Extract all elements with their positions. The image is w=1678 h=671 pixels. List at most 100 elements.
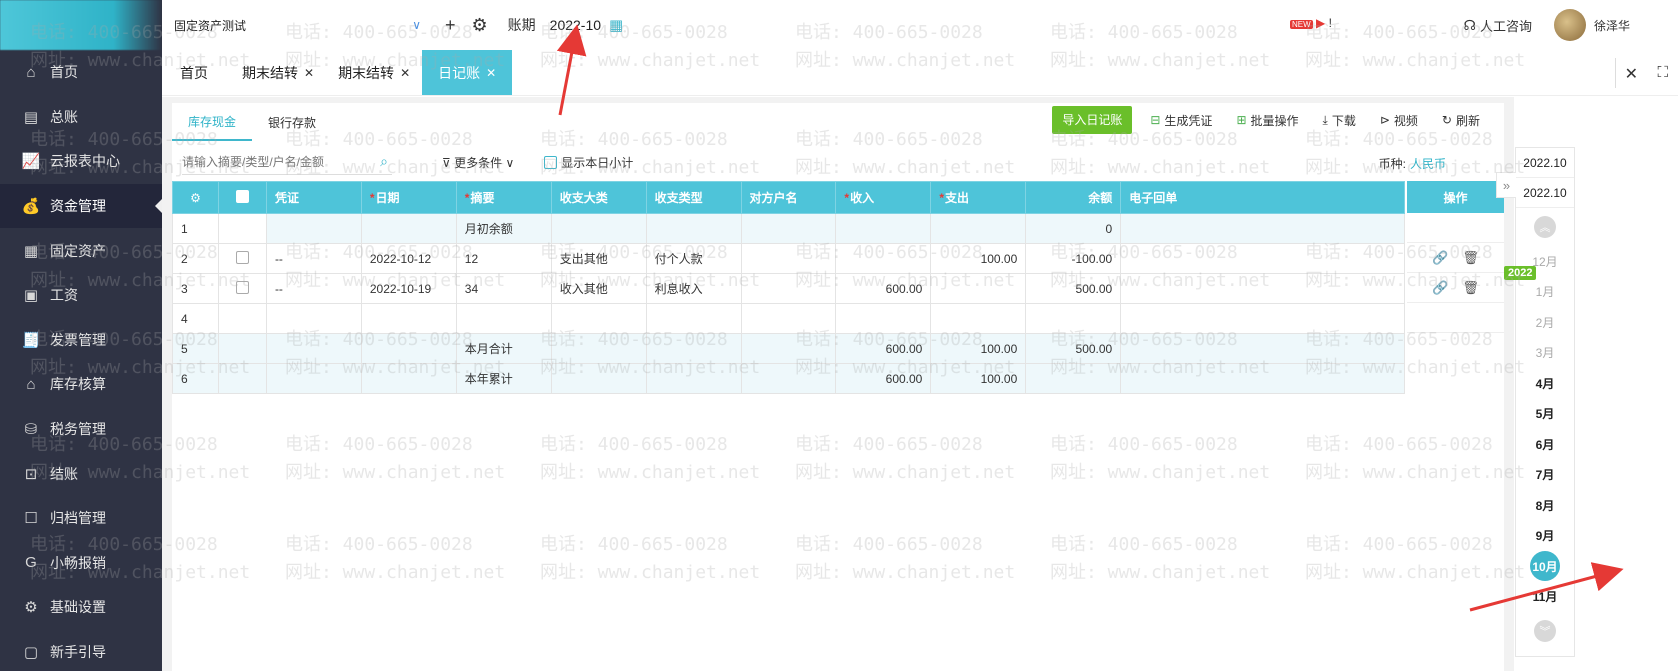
generate-voucher-button[interactable]: ⊟ 生成凭证 bbox=[1150, 112, 1212, 129]
table-row[interactable]: 1 月初余额 0 bbox=[172, 213, 1405, 244]
cell-expense[interactable]: 100.00 bbox=[930, 333, 1027, 364]
sidebar-item-4[interactable]: ▦ 固定资产 bbox=[0, 228, 162, 273]
table-row[interactable]: 5 本月合计 600.00 100.00 500.00 bbox=[172, 333, 1405, 364]
new-video-icon[interactable]: NEW ▶ ! bbox=[1290, 16, 1332, 30]
cell-category[interactable] bbox=[550, 363, 647, 394]
month-item[interactable]: 5月 bbox=[1516, 399, 1574, 430]
cell-summary[interactable]: 本月合计 bbox=[455, 333, 552, 364]
cell-expense[interactable] bbox=[930, 303, 1027, 334]
import-journal-button[interactable]: 导入日记账 bbox=[1052, 106, 1133, 134]
add-icon[interactable]: + bbox=[445, 15, 456, 36]
search-input[interactable] bbox=[182, 154, 362, 169]
tab-period-end-1[interactable]: 期末结转 ✕ bbox=[230, 50, 326, 95]
month-item[interactable]: 10月 bbox=[1516, 551, 1574, 582]
video-button[interactable]: ⊳ 视频 bbox=[1380, 112, 1418, 129]
row-checkbox[interactable] bbox=[217, 363, 267, 394]
link-icon[interactable]: 🔗 bbox=[1432, 250, 1448, 266]
cell-expense[interactable]: 100.00 bbox=[930, 363, 1027, 394]
cell-category[interactable] bbox=[550, 213, 647, 244]
cell-date[interactable]: 2022-10-19 bbox=[360, 273, 457, 304]
sidebar-item-1[interactable]: ▤ 总账 bbox=[0, 95, 162, 140]
consult-button[interactable]: ☊ 人工咨询 bbox=[1464, 16, 1532, 35]
daily-subtotal-checkbox[interactable] bbox=[544, 155, 558, 169]
currency-selector[interactable]: 币种: 人民币 bbox=[1379, 155, 1446, 172]
tab-period-end-2[interactable]: 期末结转 ✕ bbox=[326, 50, 422, 95]
row-checkbox[interactable] bbox=[217, 303, 267, 334]
close-all-icon[interactable]: ✕ bbox=[1625, 64, 1638, 84]
cell-counterparty[interactable] bbox=[740, 363, 837, 394]
close-icon[interactable]: ✕ bbox=[486, 66, 496, 80]
sidebar-item-13[interactable]: ▢ 新手引导 bbox=[0, 630, 162, 671]
refresh-button[interactable]: ↻ 刷新 bbox=[1442, 112, 1480, 129]
cell-counterparty[interactable] bbox=[740, 213, 837, 244]
trash-icon[interactable]: 🗑 bbox=[1462, 250, 1479, 266]
avatar[interactable] bbox=[1553, 9, 1586, 41]
cell-category[interactable]: 支出其他 bbox=[550, 243, 647, 274]
cell-type[interactable] bbox=[645, 303, 742, 334]
cell-expense[interactable]: 100.00 bbox=[930, 243, 1027, 274]
cell-category[interactable] bbox=[550, 333, 647, 364]
table-row[interactable]: 2 -- 2022-10-12 12 支出其他 付个人款 100.00 -100.00 bbox=[172, 243, 1405, 274]
sidebar-item-9[interactable]: ⊡ 结账 bbox=[0, 451, 162, 496]
cell-type[interactable] bbox=[645, 363, 742, 394]
row-checkbox[interactable] bbox=[217, 213, 267, 244]
show-daily-subtotal[interactable]: 显示本日小计 bbox=[544, 154, 633, 171]
month-item[interactable]: 4月 bbox=[1516, 368, 1574, 399]
more-filters-button[interactable]: ⊽ 更多条件 ∨ bbox=[442, 154, 514, 171]
sidebar-item-7[interactable]: ⌂ 库存核算 bbox=[0, 362, 162, 407]
cell-summary[interactable]: 34 bbox=[455, 273, 552, 304]
tab-journal[interactable]: 日记账 ✕ bbox=[422, 50, 513, 95]
month-item[interactable]: 11月 bbox=[1516, 582, 1574, 613]
gear-icon[interactable]: ⚙ bbox=[472, 15, 488, 36]
month-item[interactable]: 6月 bbox=[1516, 429, 1574, 460]
sidebar-item-8[interactable]: ⛁ 税务管理 bbox=[0, 407, 162, 452]
sidebar-item-5[interactable]: ▣ 工资 bbox=[0, 273, 162, 318]
cell-income[interactable] bbox=[835, 213, 932, 244]
row-checkbox[interactable] bbox=[217, 333, 267, 364]
link-icon[interactable]: 🔗 bbox=[1432, 280, 1448, 296]
table-row[interactable]: 3 -- 2022-10-19 34 收入其他 利息收入 600.00 500.00 bbox=[172, 273, 1405, 304]
cell-income[interactable]: 600.00 bbox=[835, 363, 932, 394]
cell-date[interactable] bbox=[360, 333, 457, 364]
tab-bank[interactable]: 银行存款 bbox=[252, 103, 332, 141]
cell-counterparty[interactable] bbox=[740, 303, 837, 334]
tab-cash[interactable]: 库存现金 bbox=[172, 103, 253, 141]
company-selector[interactable]: 固定资产测试 ∨ bbox=[174, 17, 429, 34]
scroll-up-icon[interactable]: ︽ bbox=[1534, 216, 1556, 238]
cell-category[interactable] bbox=[550, 303, 647, 334]
month-item[interactable]: 8月 bbox=[1516, 490, 1574, 521]
row-checkbox[interactable] bbox=[217, 273, 267, 304]
cell-date[interactable] bbox=[360, 363, 457, 394]
tab-home[interactable]: 首页 bbox=[162, 50, 230, 95]
sidebar-item-12[interactable]: ⚙ 基础设置 bbox=[0, 585, 162, 630]
cell-summary[interactable] bbox=[455, 303, 552, 334]
period-value[interactable]: 2022-10 bbox=[550, 17, 601, 33]
scroll-down-icon[interactable]: ︾ bbox=[1534, 620, 1556, 642]
close-icon[interactable]: ✕ bbox=[400, 66, 410, 80]
sidebar-item-2[interactable]: 📈 云报表中心 bbox=[0, 139, 162, 184]
batch-operation-button[interactable]: ⊞ 批量操作 bbox=[1236, 112, 1298, 129]
sidebar-item-0[interactable]: ⌂ 首页 bbox=[0, 50, 162, 95]
cell-date[interactable] bbox=[360, 303, 457, 334]
cell-income[interactable]: 600.00 bbox=[835, 333, 932, 364]
calendar-icon[interactable]: ▦ bbox=[609, 16, 623, 34]
cell-counterparty[interactable] bbox=[740, 273, 837, 304]
month-item[interactable]: 1月 bbox=[1516, 277, 1574, 308]
cell-counterparty[interactable] bbox=[740, 243, 837, 274]
sidebar-item-3[interactable]: 💰 资金管理 bbox=[0, 183, 162, 229]
month-item[interactable]: 2月 bbox=[1516, 307, 1574, 338]
cell-summary[interactable]: 12 bbox=[455, 243, 552, 274]
cell-expense[interactable] bbox=[930, 213, 1027, 244]
sidebar-item-6[interactable]: 🧾 发票管理 bbox=[0, 318, 162, 363]
period-start[interactable]: 2022.10 bbox=[1516, 148, 1574, 178]
close-icon[interactable]: ✕ bbox=[304, 66, 314, 80]
column-settings-icon[interactable]: ⚙ bbox=[172, 181, 219, 214]
cell-income[interactable] bbox=[835, 303, 932, 334]
cell-income[interactable] bbox=[835, 243, 932, 274]
month-item[interactable]: 3月 bbox=[1516, 338, 1574, 369]
cell-type[interactable] bbox=[645, 333, 742, 364]
cell-category[interactable]: 收入其他 bbox=[550, 273, 647, 304]
cell-date[interactable]: 2022-10-12 bbox=[360, 243, 457, 274]
month-item[interactable]: 7月 bbox=[1516, 460, 1574, 491]
period-end[interactable]: 2022.10 bbox=[1516, 178, 1574, 208]
